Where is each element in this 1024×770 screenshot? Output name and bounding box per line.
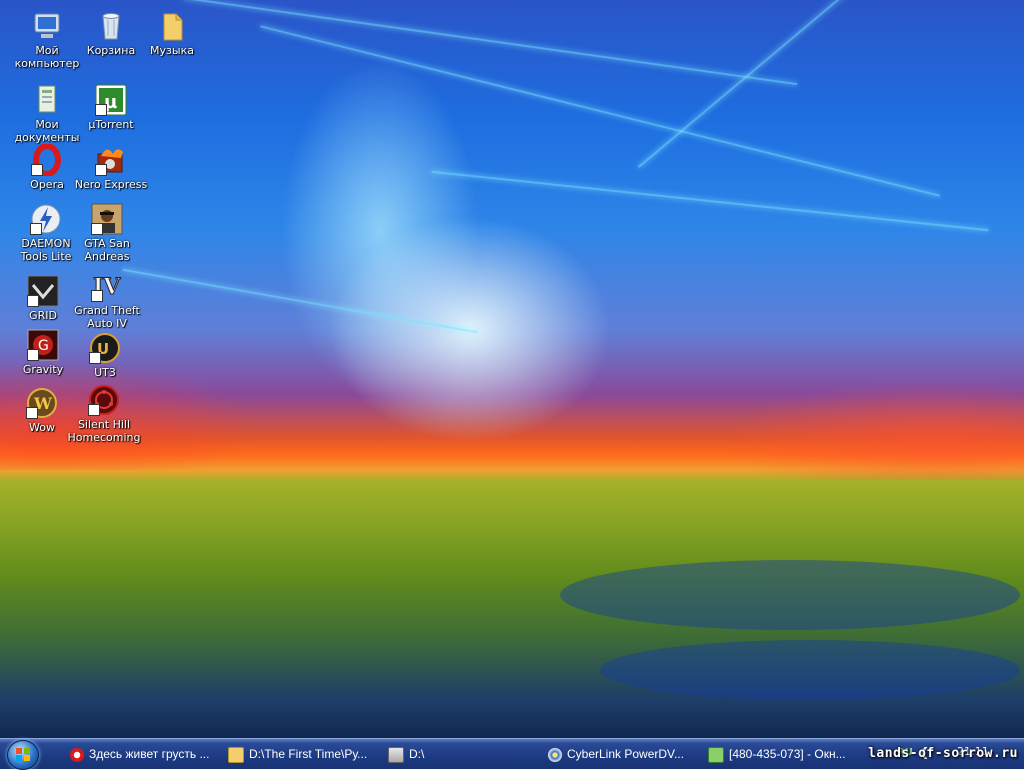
recycle-bin-icon xyxy=(95,10,127,42)
taskbar-task-folder[interactable]: D:\The First Time\Ру... xyxy=(228,742,380,766)
daemon-tools-icon xyxy=(30,203,62,235)
desktop-icon-label: µTorrent xyxy=(88,118,134,131)
taskbar-task-label: [480-435-073] - Окн... xyxy=(729,747,846,761)
watermark-text: lands-of-sorrow.ru xyxy=(868,746,1018,761)
documents-icon xyxy=(31,84,63,116)
wallpaper-wave xyxy=(600,640,1020,700)
taskbar-task-chat-window[interactable]: [480-435-073] - Окн... xyxy=(708,742,858,766)
wallpaper-light-streak xyxy=(122,268,478,334)
desktop-icon-label: Музыка xyxy=(150,44,194,57)
gta-sa-icon xyxy=(91,203,123,235)
wallpaper-light-streak xyxy=(637,0,893,168)
desktop-icon-gta-san-andreas[interactable]: GTA San Andreas xyxy=(69,203,145,263)
grid-game-icon xyxy=(27,275,59,307)
desktop-icon-silent-hill[interactable]: Silent Hill Homecoming xyxy=(66,384,142,444)
wallpaper-light-streak xyxy=(182,0,798,86)
taskbar-task-drive[interactable]: D:\ xyxy=(388,742,538,766)
desktop-icon-gta-iv[interactable]: IV Grand Theft Auto IV xyxy=(69,270,145,331)
folder-icon xyxy=(156,10,188,42)
system-tray: RU ❮ 21:11 lands-of-sorrow.ru xyxy=(864,739,1024,769)
ut3-icon: U xyxy=(89,332,121,364)
desktop-wallpaper: Мой компьютер Мои документы Opera DAEMON… xyxy=(0,0,1024,738)
wallpaper-light-streak xyxy=(260,25,940,197)
taskbar-task-label: D:\ xyxy=(409,747,425,761)
start-button[interactable] xyxy=(4,740,42,770)
drive-icon xyxy=(388,746,404,763)
desktop-icon-nero-express[interactable]: Nero Express xyxy=(73,144,149,191)
nero-icon xyxy=(95,144,127,176)
silent-hill-icon xyxy=(88,384,120,416)
taskbar-task-label: D:\The First Time\Ру... xyxy=(249,747,368,761)
opera-icon xyxy=(31,143,63,177)
desktop-icon-label: Grand Theft Auto IV xyxy=(74,304,140,330)
chat-window-icon xyxy=(708,746,724,763)
wallpaper-wave xyxy=(560,560,1020,630)
folder-icon xyxy=(228,746,244,763)
wallpaper-glow-right xyxy=(720,380,1024,480)
taskbar-task-opera[interactable]: Здесь живет грусть ... xyxy=(70,742,220,766)
desktop-icon-label: Silent Hill Homecoming xyxy=(67,418,141,444)
desktop-icon-ut3[interactable]: U UT3 xyxy=(67,332,143,379)
taskbar: Здесь живет грусть ... D:\The First Time… xyxy=(0,738,1024,770)
taskbar-task-powerdvd[interactable]: CyberLink PowerDV... xyxy=(548,742,700,766)
svg-text:G: G xyxy=(38,338,49,354)
powerdvd-icon xyxy=(548,747,562,762)
computer-icon xyxy=(31,10,63,42)
desktop-icon-label: Nero Express xyxy=(74,178,148,191)
taskbar-task-label: CyberLink PowerDV... xyxy=(567,747,684,761)
wallpaper-light-streak xyxy=(431,170,989,232)
gta4-icon: IV xyxy=(91,270,123,302)
wow-icon: W xyxy=(26,387,58,419)
windows-logo-icon xyxy=(7,740,39,770)
desktop-icon-label: GTA San Andreas xyxy=(84,237,130,263)
desktop-icon-utorrent[interactable]: µ µTorrent xyxy=(73,84,149,131)
desktop-icon-label: UT3 xyxy=(94,366,116,379)
opera-icon xyxy=(70,747,84,762)
desktop-icon-music[interactable]: Музыка xyxy=(134,10,210,57)
taskbar-task-label: Здесь живет грусть ... xyxy=(89,747,210,761)
utorrent-icon: µ xyxy=(95,84,127,116)
gravity-icon: G xyxy=(27,329,59,361)
